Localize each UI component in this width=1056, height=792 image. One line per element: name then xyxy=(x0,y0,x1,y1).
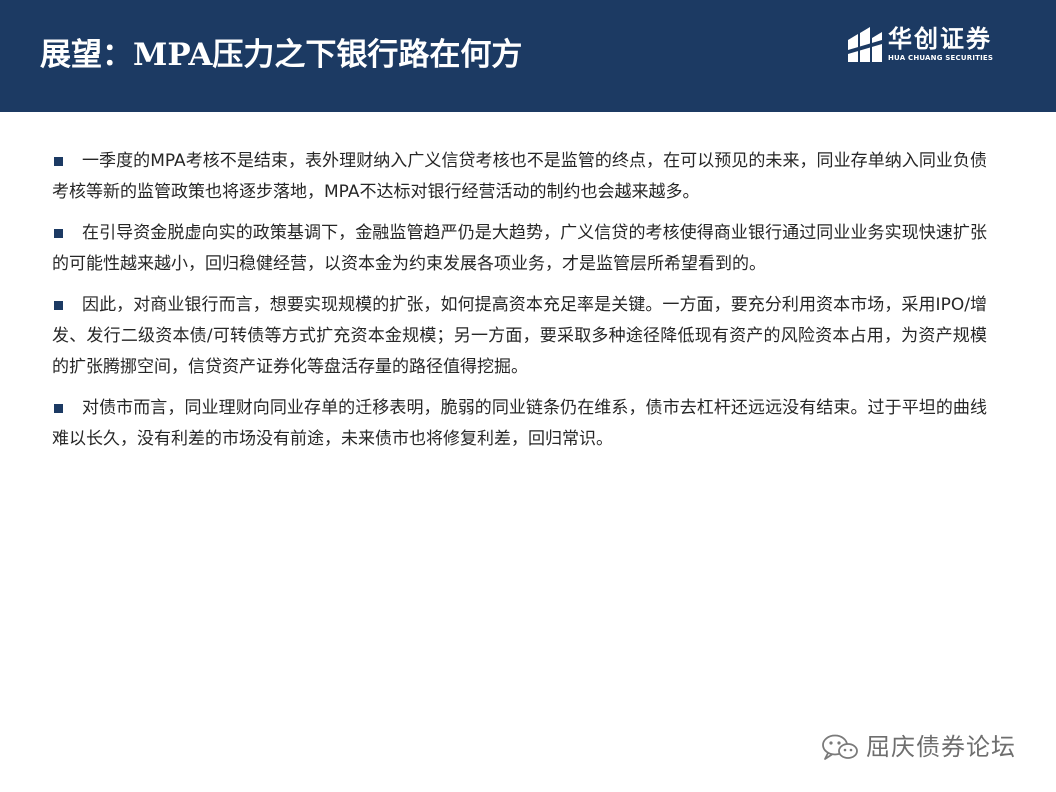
paragraph-4: 对债市而言，同业理财向同业存单的迁移表明，脆弱的同业链条仍在维系，债市去杠杆还远… xyxy=(52,393,987,455)
watermark-text: 屈庆债券论坛 xyxy=(866,733,1016,761)
company-logo: 华创证券 HUA CHUANG SECURITIES xyxy=(846,24,1036,70)
huachuang-logo-icon xyxy=(848,27,882,62)
square-bullet-icon xyxy=(54,229,63,238)
slide: 展望：MPA压力之下银行路在何方 华创证券 HUA CHUANG SECURIT… xyxy=(0,0,1056,792)
header-bar: 展望：MPA压力之下银行路在何方 华创证券 HUA CHUANG SECURIT… xyxy=(0,0,1056,112)
logo-name-cn: 华创证券 xyxy=(888,25,992,53)
square-bullet-icon xyxy=(54,157,63,166)
square-bullet-icon xyxy=(54,404,63,413)
paragraph-3: 因此，对商业银行而言，想要实现规模的扩张，如何提高资本充足率是关键。一方面，要充… xyxy=(52,290,987,383)
square-bullet-icon xyxy=(54,301,63,310)
paragraph-2: 在引导资金脱虚向实的政策基调下，金融监管趋严仍是大趋势，广义信贷的考核使得商业银… xyxy=(52,218,987,280)
slide-title: 展望：MPA压力之下银行路在何方 xyxy=(40,37,523,73)
paragraph-text: 因此，对商业银行而言，想要实现规模的扩张，如何提高资本充足率是关键。一方面，要充… xyxy=(52,295,987,377)
content-body: 一季度的MPA考核不是结束，表外理财纳入广义信贷考核也不是监管的终点，在可以预见… xyxy=(52,146,987,465)
paragraph-text: 对债市而言，同业理财向同业存单的迁移表明，脆弱的同业链条仍在维系，债市去杠杆还远… xyxy=(52,398,987,449)
paragraph-text: 在引导资金脱虚向实的政策基调下，金融监管趋严仍是大趋势，广义信贷的考核使得商业银… xyxy=(52,223,987,274)
logo-name-en: HUA CHUANG SECURITIES xyxy=(888,54,994,62)
paragraph-text: 一季度的MPA考核不是结束，表外理财纳入广义信贷考核也不是监管的终点，在可以预见… xyxy=(52,151,987,202)
wechat-icon xyxy=(822,734,858,760)
paragraph-1: 一季度的MPA考核不是结束，表外理财纳入广义信贷考核也不是监管的终点，在可以预见… xyxy=(52,146,987,208)
